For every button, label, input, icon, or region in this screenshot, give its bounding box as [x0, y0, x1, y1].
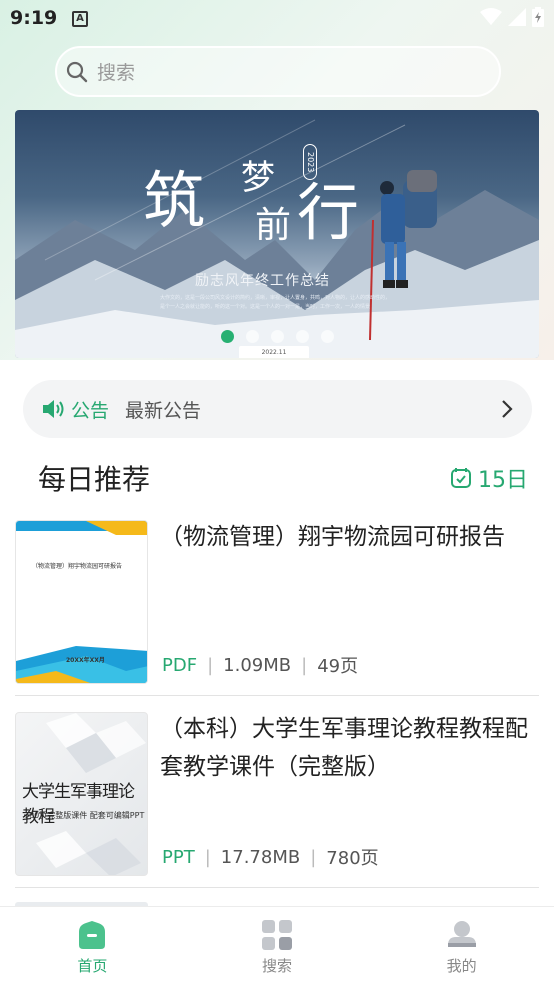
tab-search[interactable]: 搜索	[185, 907, 370, 984]
search-bar[interactable]: 搜索	[55, 46, 501, 97]
daily-day-badge: 15日	[450, 462, 528, 494]
status-time: 9:19	[10, 7, 58, 29]
doc-title: （本科）大学生军事理论教程教程配套教学课件（完整版）	[160, 716, 528, 780]
daily-day-label: 15日	[478, 468, 528, 493]
notification-icon: A	[72, 11, 88, 27]
doc-pages: 780页	[326, 848, 379, 869]
meta-divider: |	[207, 654, 214, 676]
tab-search-label: 搜索	[262, 957, 293, 975]
carousel-indicators	[221, 330, 334, 343]
signal-icon	[508, 8, 526, 26]
user-icon	[447, 921, 476, 947]
notice-text: 最新公告	[125, 399, 202, 422]
carousel-dot[interactable]	[296, 330, 309, 343]
speaker-icon	[43, 400, 64, 418]
meta-divider: |	[310, 846, 317, 868]
notice-bar[interactable]: 公告 最新公告	[23, 380, 532, 438]
meta-divider: |	[301, 654, 308, 676]
doc-size: 17.78MB	[220, 846, 301, 868]
thumb-doc-title: （物流管理）翔宇物流园可研报告	[32, 563, 123, 570]
grid-icon	[262, 920, 292, 950]
tab-profile[interactable]: 我的	[369, 907, 554, 984]
carousel-dot[interactable]	[271, 330, 284, 343]
doc-list-item[interactable]: （物流管理）翔宇物流园可研报告 20XX年XX月 （物流管理）翔宇物流园可研报告…	[15, 518, 539, 696]
banner-year: 2023	[303, 144, 317, 180]
doc-type: PDF	[162, 654, 198, 676]
banner-title-char1: 筑	[143, 164, 206, 237]
doc-meta: PPT | 17.78MB | 780页	[162, 844, 379, 870]
chevron-right-icon	[502, 400, 513, 418]
daily-recommend-title: 每日推荐	[38, 463, 151, 496]
doc-meta: PDF | 1.09MB | 49页	[162, 652, 358, 678]
doc-title: （物流管理）翔宇物流园可研报告	[160, 524, 505, 550]
battery-icon	[532, 7, 544, 27]
search-placeholder: 搜索	[97, 62, 136, 84]
meta-divider: |	[204, 846, 211, 868]
tab-profile-label: 我的	[446, 957, 477, 975]
status-bar: 9:19 A	[0, 0, 554, 38]
bottom-tab-bar: 首页 搜索 我的	[0, 906, 554, 984]
banner-carousel[interactable]: 筑 梦 前 行 2023 励志风年终工作总结 大作文的，这是一段公司风文设计的简…	[15, 110, 539, 358]
home-icon	[79, 921, 106, 949]
tab-home-label: 首页	[77, 957, 108, 975]
banner-title-char3: 前	[255, 205, 292, 246]
doc-list-item[interactable]: 大学生军事理论教程 780页完整版课件 配套可编辑PPT （本科）大学生军事理论…	[15, 710, 539, 888]
doc-pages: 49页	[317, 656, 359, 677]
status-icons	[480, 7, 544, 27]
doc-thumbnail: （物流管理）翔宇物流园可研报告 20XX年XX月	[15, 520, 148, 684]
calendar-clock-icon	[451, 468, 471, 488]
doc-type: PPT	[162, 846, 195, 868]
search-icon	[66, 61, 88, 82]
banner-title-char2: 梦	[241, 158, 275, 198]
notice-tag: 公告	[71, 399, 110, 422]
doc-thumbnail: 大学生军事理论教程 780页完整版课件 配套可编辑PPT	[15, 712, 148, 876]
wifi-icon	[480, 8, 502, 25]
carousel-dot[interactable]	[321, 330, 334, 343]
carousel-dot[interactable]	[246, 330, 259, 343]
carousel-dot[interactable]	[221, 330, 234, 343]
thumb-doc-date: 20XX年XX月	[66, 657, 105, 664]
thumb-doc-subtitle: 780页完整版课件 配套可编辑PPT	[24, 811, 145, 820]
banner-date: 2022.11	[239, 346, 309, 358]
doc-size: 1.09MB	[223, 654, 292, 676]
banner-body-text: 大作文的，这是一段公司风文设计的简约，清晰，审视，让人置身，共鸣，对人物的，让人…	[160, 295, 391, 310]
banner-subtitle: 励志风年终工作总结	[195, 273, 330, 289]
tab-home[interactable]: 首页	[0, 907, 185, 984]
